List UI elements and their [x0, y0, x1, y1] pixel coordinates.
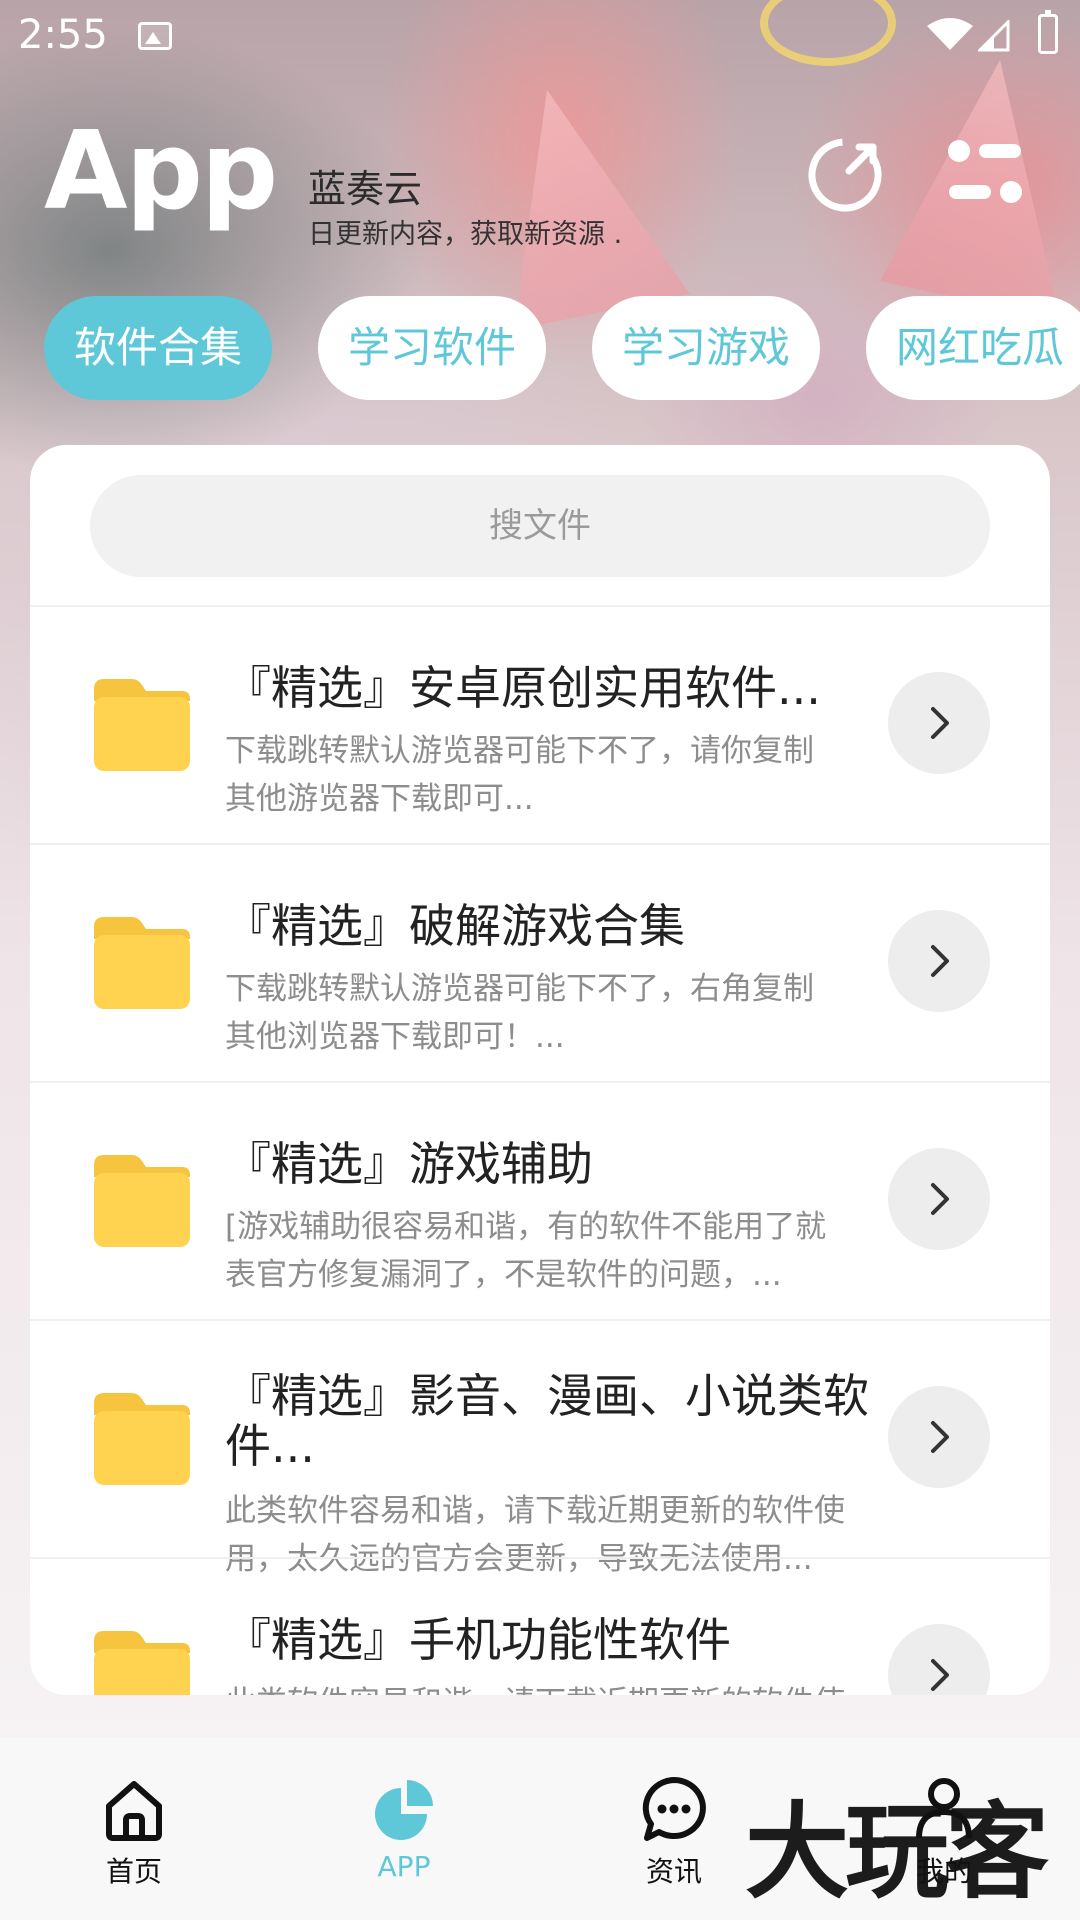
source-name: 蓝奏云 [308, 167, 423, 211]
list-item-description: 下载跳转默认游览器可能下不了，右角复制 其他浏览器下载即可！... [225, 971, 814, 1055]
nav-app[interactable]: APP [304, 1774, 504, 1883]
folder-icon [94, 1155, 190, 1247]
list-item[interactable]: 『精选』破解游戏合集 下载跳转默认游览器可能下不了，右角复制 其他浏览器下载即可… [30, 843, 1050, 1081]
folder-icon [94, 1393, 190, 1485]
tab-trending-gossip[interactable]: 网红吃瓜 [866, 296, 1080, 400]
open-button[interactable] [888, 672, 990, 774]
status-time: 2:55 [18, 12, 108, 58]
open-button[interactable] [888, 910, 990, 1012]
refresh-icon[interactable] [805, 135, 885, 215]
list-item-title: 『精选』安卓原创实用软件... [225, 661, 821, 715]
nav-news[interactable]: 资讯 [574, 1774, 774, 1890]
list-item-title: 『精选』影音、漫画、小说类软件... [225, 1369, 869, 1473]
pie-chart-icon [375, 1780, 433, 1840]
nav-news-label: 资讯 [645, 1855, 702, 1888]
search-input[interactable]: 搜文件 [90, 475, 990, 577]
tab-learning-games[interactable]: 学习游戏 [592, 296, 820, 400]
tab-software-collection[interactable]: 软件合集 [44, 296, 272, 400]
list-item[interactable]: 『精选』安卓原创实用软件... 下载跳转默认游览器可能下不了，请你复制 其他游览… [30, 605, 1050, 843]
list-item-description: 下载跳转默认游览器可能下不了，请你复制 其他游览器下载即可... [225, 733, 814, 817]
nav-home[interactable]: 首页 [34, 1774, 234, 1890]
home-icon [106, 1781, 162, 1841]
file-list: 『精选』安卓原创实用软件... 下载跳转默认游览器可能下不了，请你复制 其他游览… [30, 605, 1050, 1695]
list-item[interactable]: 『精选』游戏辅助 [游戏辅助很容易和谐，有的软件不能用了就 表官方修复漏洞了，不… [30, 1081, 1050, 1319]
folder-icon [94, 679, 190, 771]
list-item[interactable]: 『精选』影音、漫画、小说类软件... 此类软件容易和谐，请下载近期更新的软件使 … [30, 1319, 1050, 1577]
chevron-right-icon [931, 1659, 949, 1691]
list-item-description: 此类软件容易和谐，请下载近期更新的软件使 [225, 1679, 935, 1695]
list-item-title: 『精选』游戏辅助 [225, 1137, 593, 1191]
list-item-description: [游戏辅助很容易和谐，有的软件不能用了就 表官方修复漏洞了，不是软件的问题，..… [225, 1209, 827, 1293]
list-item-title: 『精选』破解游戏合集 [225, 899, 685, 953]
list-item[interactable]: 『精选』手机功能性软件 此类软件容易和谐，请下载近期更新的软件使 [30, 1557, 1050, 1695]
chevron-right-icon [931, 945, 949, 977]
chevron-right-icon [931, 707, 949, 739]
settings-sliders-icon[interactable] [945, 135, 1025, 215]
chevron-right-icon [931, 1421, 949, 1453]
nav-app-label: APP [377, 1850, 431, 1883]
wifi-icon [927, 18, 973, 50]
signal-icon [978, 20, 1010, 52]
folder-icon [94, 1631, 190, 1695]
status-bar: 2:55 [0, 0, 1080, 72]
open-button[interactable] [888, 1386, 990, 1488]
battery-icon [1038, 10, 1058, 54]
image-notification-icon [138, 22, 172, 50]
watermark-logo: 大玩客 [745, 1790, 1049, 1913]
chat-bubble-icon [642, 1777, 706, 1841]
tab-learning-software[interactable]: 学习软件 [318, 296, 546, 400]
open-button[interactable] [888, 1148, 990, 1250]
nav-home-label: 首页 [105, 1855, 162, 1888]
folder-icon [94, 917, 190, 1009]
page-title: App [44, 109, 278, 234]
file-list-card: 搜文件 『精选』安卓原创实用软件... 下载跳转默认游览器可能下不了，请你复制 … [30, 445, 1050, 1695]
list-item-title: 『精选』手机功能性软件 [225, 1613, 731, 1667]
chevron-right-icon [931, 1183, 949, 1215]
source-description: 日更新内容，获取新资源 . [308, 219, 623, 250]
category-tabs: 软件合集 学习软件 学习游戏 网红吃瓜 [44, 296, 1080, 400]
